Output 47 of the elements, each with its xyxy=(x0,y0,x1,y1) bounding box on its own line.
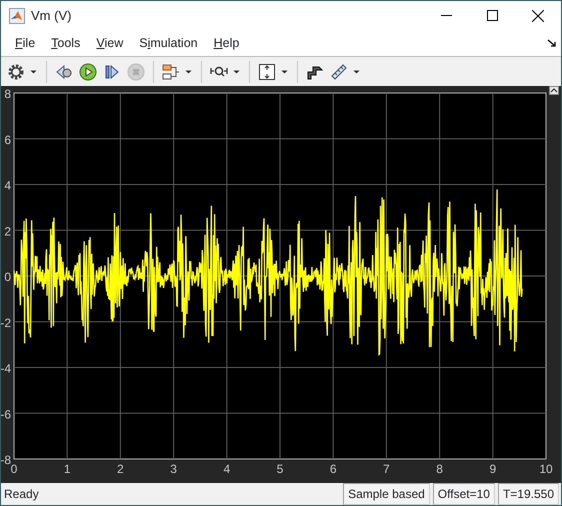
block-diagram-icon[interactable] xyxy=(162,62,180,80)
status-message: Ready xyxy=(3,486,40,503)
menu-item[interactable]: File xyxy=(7,34,44,52)
y-tick-label: 4 xyxy=(4,178,11,192)
status-panel: T=19.550 xyxy=(498,483,559,505)
scale-axes-icon[interactable] xyxy=(258,62,276,80)
x-tick-label: 9 xyxy=(489,462,496,476)
y-tick-label: -8 xyxy=(1,453,11,467)
gear-icon[interactable] xyxy=(7,62,25,80)
x-tick-label: 6 xyxy=(330,462,337,476)
step-forward-icon[interactable] xyxy=(103,62,121,80)
caret-icon[interactable] xyxy=(352,68,361,74)
y-tick-label: -6 xyxy=(1,407,11,422)
undock-icon[interactable] xyxy=(549,86,559,95)
ruler-icon[interactable] xyxy=(330,62,348,80)
status-panel: Sample based xyxy=(343,483,430,505)
x-tick-label: 2 xyxy=(117,462,124,476)
window-title: Vm (V) xyxy=(31,6,72,25)
menu-item[interactable]: View xyxy=(88,34,132,52)
caret-icon[interactable] xyxy=(184,68,193,74)
caret-icon[interactable] xyxy=(232,68,241,74)
status-panel: Offset=10 xyxy=(432,483,495,505)
caret-icon[interactable] xyxy=(280,68,289,74)
x-tick-label: 3 xyxy=(170,462,177,476)
play-icon[interactable] xyxy=(79,62,97,80)
caret-icon[interactable] xyxy=(29,68,38,74)
y-tick-label: 0 xyxy=(4,270,11,284)
y-tick-label: 8 xyxy=(4,87,11,101)
menu-item[interactable]: Tools xyxy=(43,34,88,52)
y-tick-label: 2 xyxy=(4,224,11,238)
y-tick-label: -4 xyxy=(1,362,11,376)
x-tick-label: 10 xyxy=(539,462,553,476)
y-tick-label: -2 xyxy=(1,316,11,330)
menu-item[interactable]: Simulation xyxy=(131,34,206,52)
app-icon xyxy=(9,8,25,24)
dock-icon[interactable] xyxy=(547,38,557,48)
step-back-icon[interactable] xyxy=(55,62,73,80)
x-tick-label: 8 xyxy=(436,462,443,476)
x-tick-label: 1 xyxy=(64,462,71,476)
x-tick-label: 7 xyxy=(383,462,390,476)
maximize-icon[interactable] xyxy=(486,10,498,21)
menu-item[interactable]: Help xyxy=(206,34,248,52)
close-icon[interactable] xyxy=(532,10,544,22)
x-tick-label: 5 xyxy=(276,462,284,476)
y-tick-label: 6 xyxy=(4,132,11,147)
x-tick-label: 0 xyxy=(10,462,18,476)
x-tick-label: 4 xyxy=(223,462,230,476)
